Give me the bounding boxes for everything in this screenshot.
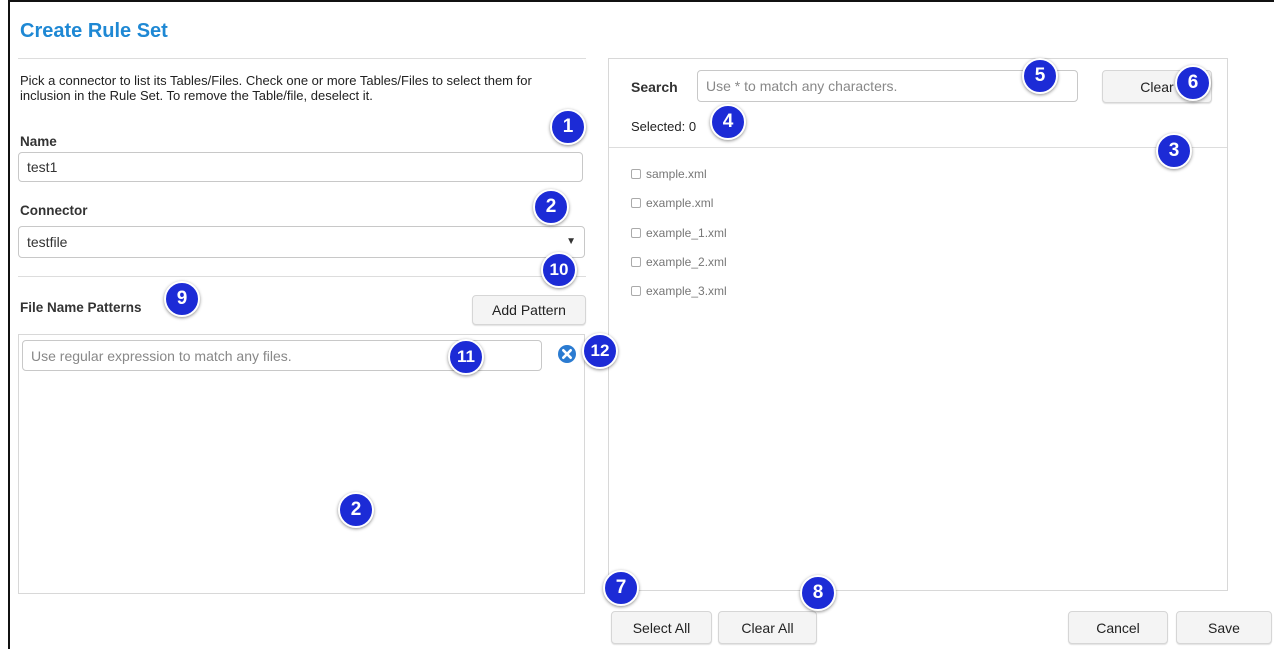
file-name: sample.xml bbox=[646, 167, 707, 181]
instructions-text: Pick a connector to list its Tables/File… bbox=[20, 73, 532, 103]
file-browser-divider bbox=[609, 147, 1227, 148]
callout-8: 8 bbox=[800, 575, 836, 611]
callout-12: 12 bbox=[582, 333, 618, 369]
file-checkbox[interactable] bbox=[631, 228, 641, 238]
file-name: example.xml bbox=[646, 196, 714, 210]
select-all-button[interactable]: Select All bbox=[611, 611, 712, 644]
callout-1: 1 bbox=[550, 109, 586, 145]
cancel-button[interactable]: Cancel bbox=[1068, 611, 1168, 644]
window-border-top bbox=[8, 0, 1274, 2]
search-input[interactable] bbox=[697, 70, 1078, 102]
callout-7: 7 bbox=[603, 570, 639, 606]
callout-2: 2 bbox=[533, 189, 569, 225]
file-list-item[interactable]: example_2.xml bbox=[631, 255, 727, 269]
clear-all-button[interactable]: Clear All bbox=[718, 611, 817, 644]
file-list-item[interactable]: example.xml bbox=[631, 196, 713, 210]
file-list-item[interactable]: example_1.xml bbox=[631, 226, 727, 240]
connector-label: Connector bbox=[20, 203, 88, 218]
callout-4: 4 bbox=[710, 104, 746, 140]
callout-10: 10 bbox=[541, 252, 577, 288]
save-button[interactable]: Save bbox=[1176, 611, 1272, 644]
title-divider bbox=[18, 58, 586, 59]
file-checkbox[interactable] bbox=[631, 198, 641, 208]
add-pattern-button[interactable]: Add Pattern bbox=[472, 295, 586, 325]
caret-down-icon: ▼ bbox=[566, 236, 576, 247]
file-checkbox[interactable] bbox=[631, 257, 641, 267]
section-divider bbox=[18, 276, 586, 277]
connector-selected-value: testfile bbox=[27, 234, 68, 250]
close-circle-icon[interactable] bbox=[557, 344, 577, 364]
selected-count: Selected: 0 bbox=[631, 119, 697, 134]
page-title: Create Rule Set bbox=[20, 20, 168, 42]
window-border-left bbox=[8, 0, 10, 649]
file-checkbox[interactable] bbox=[631, 286, 641, 296]
callout-3: 3 bbox=[1156, 133, 1192, 169]
file-browser-panel bbox=[608, 58, 1228, 591]
patterns-label: File Name Patterns bbox=[20, 300, 142, 315]
callout-2-panel: 2 bbox=[338, 492, 374, 528]
callout-11: 11 bbox=[448, 339, 484, 375]
name-label: Name bbox=[20, 134, 57, 149]
callout-6: 6 bbox=[1175, 65, 1211, 101]
file-name: example_2.xml bbox=[646, 255, 727, 269]
patterns-panel bbox=[18, 334, 585, 594]
file-list-item[interactable]: sample.xml bbox=[631, 167, 707, 181]
connector-select[interactable]: testfile ▼ bbox=[18, 226, 585, 258]
callout-9: 9 bbox=[164, 281, 200, 317]
callout-5: 5 bbox=[1022, 58, 1058, 94]
file-name: example_3.xml bbox=[646, 284, 727, 298]
file-checkbox[interactable] bbox=[631, 169, 641, 179]
file-list-item[interactable]: example_3.xml bbox=[631, 284, 727, 298]
search-label: Search bbox=[631, 79, 678, 95]
file-name: example_1.xml bbox=[646, 226, 727, 240]
name-input[interactable] bbox=[18, 152, 583, 182]
